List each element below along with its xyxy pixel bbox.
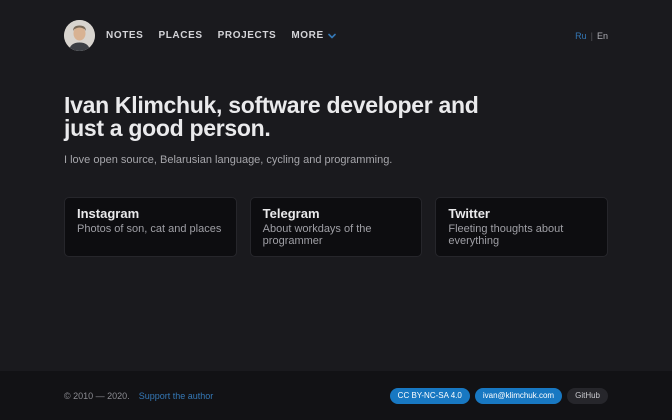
main-nav: Notes Places Projects More bbox=[106, 30, 336, 42]
card-telegram[interactable]: Telegram About workdays of the programme… bbox=[250, 197, 423, 257]
language-switcher: Ru | En bbox=[575, 31, 608, 41]
footer-badges: CC BY-NC-SA 4.0 ivan@klimchuk.com GitHub bbox=[390, 388, 608, 404]
card-title: Instagram bbox=[77, 206, 224, 221]
language-separator: | bbox=[591, 31, 593, 41]
badge-email[interactable]: ivan@klimchuk.com bbox=[475, 388, 562, 404]
card-title: Twitter bbox=[448, 206, 595, 221]
main-spacer bbox=[0, 257, 672, 371]
support-author-link[interactable]: Support the author bbox=[139, 391, 214, 401]
page-title: Ivan Klimchuk, software developer and ju… bbox=[64, 94, 504, 140]
card-description: Fleeting thoughts about everything bbox=[448, 223, 595, 247]
nav-item-more-label: More bbox=[291, 30, 323, 41]
card-twitter[interactable]: Twitter Fleeting thoughts about everythi… bbox=[435, 197, 608, 257]
card-instagram[interactable]: Instagram Photos of son, cat and places bbox=[64, 197, 237, 257]
nav-item-projects[interactable]: Projects bbox=[218, 30, 277, 41]
hero-section: Ivan Klimchuk, software developer and ju… bbox=[0, 94, 672, 166]
footer: © 2010 — 2020. Support the author CC BY-… bbox=[0, 371, 672, 420]
nav-item-more[interactable]: More bbox=[291, 30, 335, 42]
social-cards: Instagram Photos of son, cat and places … bbox=[0, 197, 672, 257]
card-title: Telegram bbox=[263, 206, 410, 221]
header-left: Notes Places Projects More bbox=[64, 20, 336, 51]
header: Notes Places Projects More Ru | En bbox=[0, 20, 672, 51]
card-description: Photos of son, cat and places bbox=[77, 223, 224, 235]
avatar-photo bbox=[64, 20, 95, 51]
nav-item-places[interactable]: Places bbox=[158, 30, 202, 41]
language-current-en[interactable]: En bbox=[597, 31, 608, 41]
footer-copyright-block: © 2010 — 2020. Support the author bbox=[64, 391, 213, 401]
avatar[interactable] bbox=[64, 20, 95, 51]
badge-license[interactable]: CC BY-NC-SA 4.0 bbox=[390, 388, 470, 404]
nav-item-notes[interactable]: Notes bbox=[106, 30, 143, 41]
page-subtitle: I love open source, Belarusian language,… bbox=[64, 154, 608, 166]
copyright-text: © 2010 — 2020. bbox=[64, 391, 130, 401]
card-description: About workdays of the programmer bbox=[263, 223, 410, 247]
chevron-down-icon bbox=[328, 31, 336, 42]
badge-github[interactable]: GitHub bbox=[567, 388, 608, 404]
language-link-ru[interactable]: Ru bbox=[575, 31, 587, 41]
